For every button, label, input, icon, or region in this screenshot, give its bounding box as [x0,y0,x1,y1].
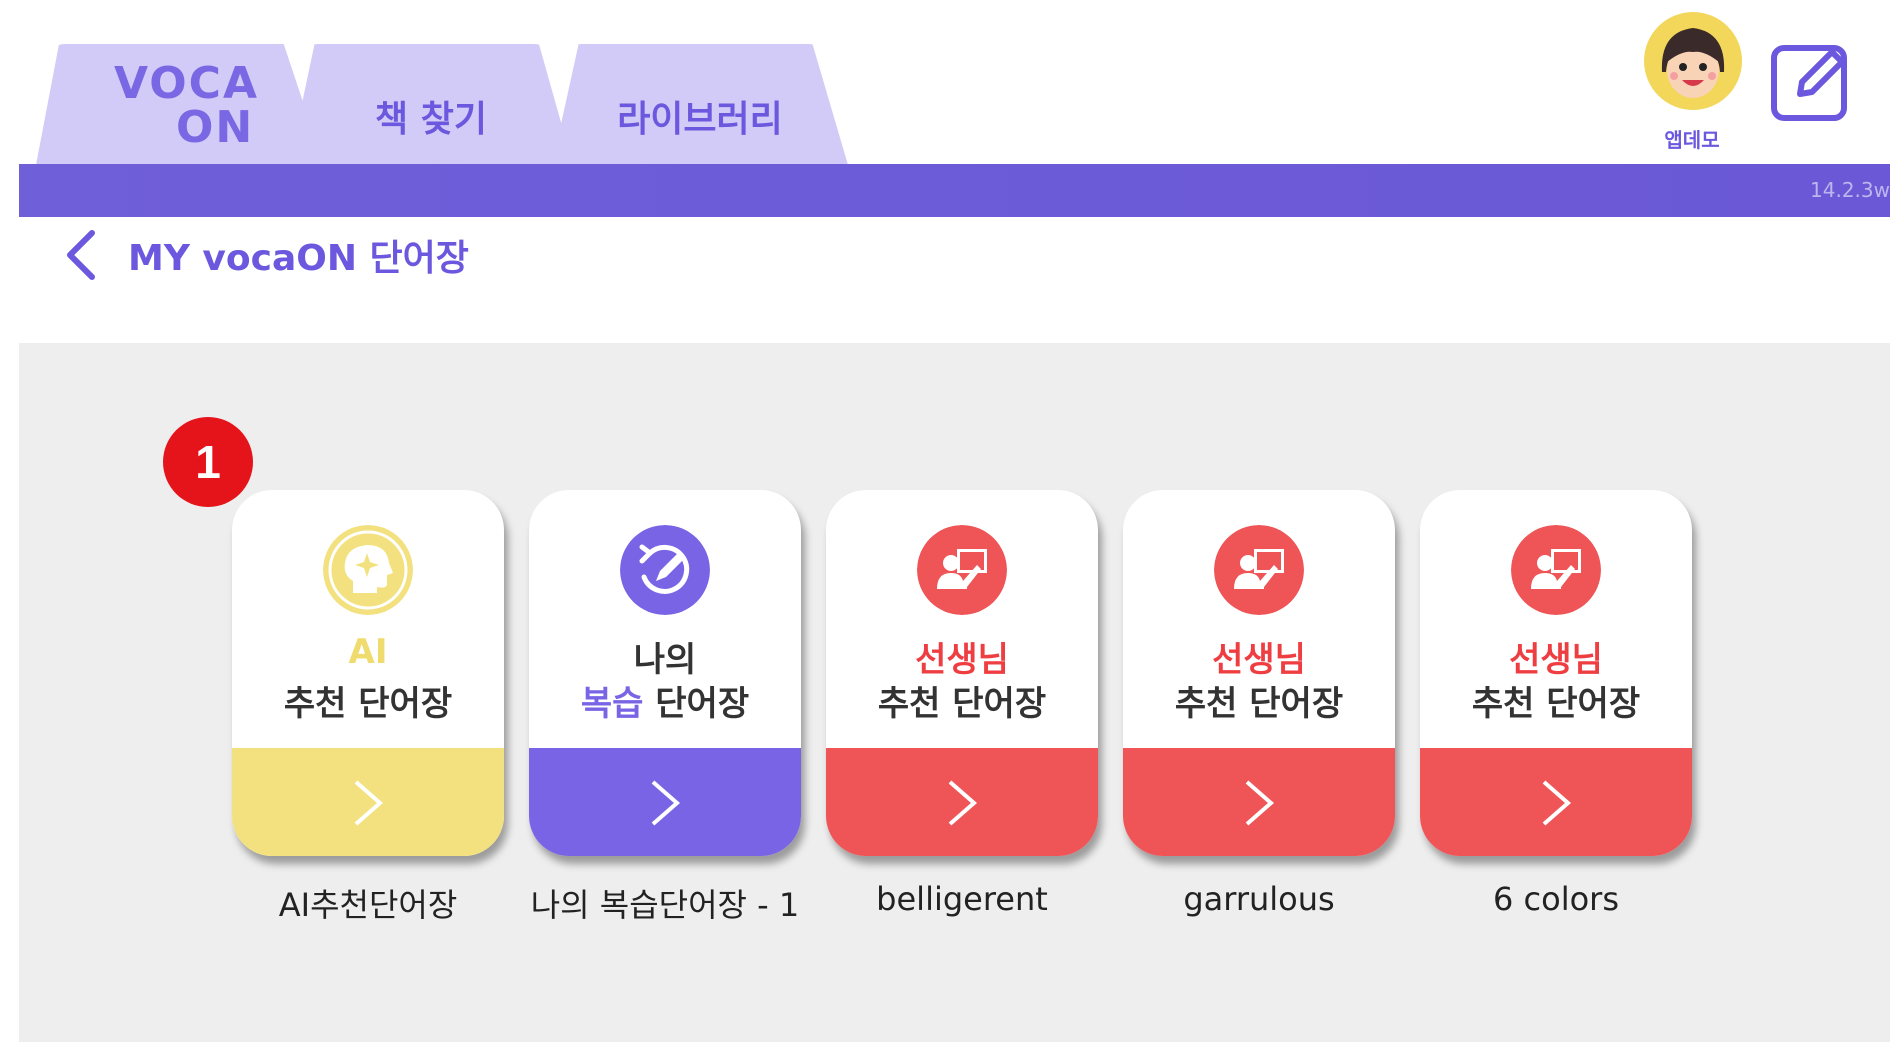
logo-text-top: VOCA [114,58,260,109]
card-title-line1: 나의 [633,640,697,680]
card-title-line2: 복습 단어장 [529,676,801,725]
chevron-right-icon [651,780,681,826]
ai-head-icon [323,525,413,615]
teacher-icon [917,525,1007,615]
card-title-line2: 추천 단어장 [1174,684,1344,724]
teacher-icon [1511,525,1601,615]
tab-library[interactable]: 라이브러리 [552,44,848,165]
card-caption: garrulous [1183,880,1335,918]
header-bar: 14.2.3w [19,164,1890,217]
tab-library-label: 라이브러리 [617,99,783,140]
avatar[interactable] [1644,12,1742,110]
wordbook-card-teacher[interactable]: 선생님 추천 단어장 [826,490,1098,856]
card-caption: 6 colors [1493,880,1619,918]
user-name: 앱데모 [1664,128,1720,152]
wordbook-card-teacher[interactable]: 선생님 추천 단어장 [1420,490,1692,856]
card-open-button[interactable] [529,748,801,856]
card-title-highlight: 복습 [580,684,644,724]
review-icon [620,525,710,615]
step-badge: 1 [163,417,253,507]
tab-find-books-label: 책 찾기 [375,99,487,140]
logo-text-bottom: ON [176,102,255,153]
chevron-right-icon [1542,780,1572,826]
card-title-line2: 추천 단어장 [283,684,453,724]
card-open-button[interactable] [1123,748,1395,856]
card-open-button[interactable] [232,748,504,856]
girl-face-icon [1647,15,1739,107]
app-version: 14.2.3w [1810,178,1890,202]
card-caption: 나의 복습단어장 - 1 [530,886,800,924]
breadcrumb: MY vocaON 단어장 [62,220,469,290]
card-title-line1: 선생님 [1212,640,1306,680]
card-open-button[interactable] [826,748,1098,856]
card-title-line1: 선생님 [915,640,1009,680]
wordbook-card-review[interactable]: 나의 복습 단어장 [529,490,801,856]
wordbook-card-ai[interactable]: AI 추천 단어장 [232,490,504,856]
card-title-line1: AI [348,632,388,672]
card-title-rest: 단어장 [643,684,750,724]
wordbook-card-teacher[interactable]: 선생님 추천 단어장 [1123,490,1395,856]
page-title: MY vocaON 단어장 [128,238,469,279]
back-chevron-icon[interactable] [62,227,102,283]
card-title-line2: 추천 단어장 [877,684,1047,724]
chevron-right-icon [1245,780,1275,826]
tab-find-books[interactable]: 책 찾기 [289,44,573,165]
card-open-button[interactable] [1420,748,1692,856]
teacher-icon [1214,525,1304,615]
pencil-square-icon[interactable] [1770,40,1852,122]
card-caption: AI추천단어장 [278,886,458,924]
card-title-line1: 선생님 [1509,640,1603,680]
vocaon-logo: VOCA ON [110,62,260,150]
card-title-line2: 추천 단어장 [1471,684,1641,724]
chevron-right-icon [354,780,384,826]
card-caption: belligerent [876,880,1048,918]
chevron-right-icon [948,780,978,826]
